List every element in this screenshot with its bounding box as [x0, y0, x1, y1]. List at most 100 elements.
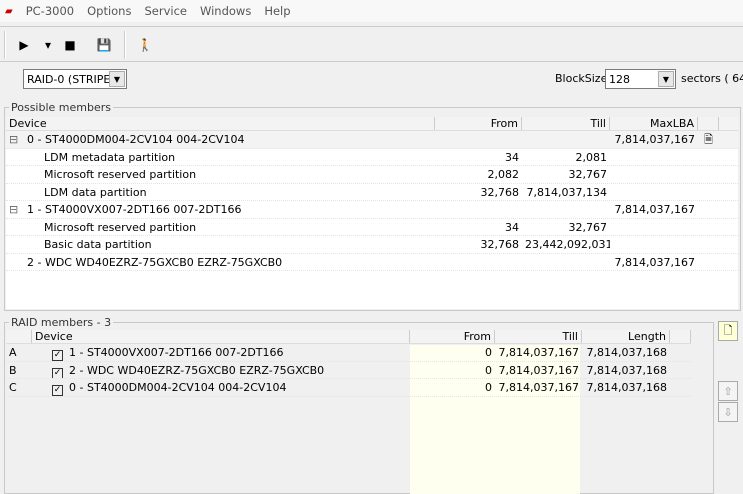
col-device[interactable]: Device [32, 330, 410, 343]
table-row[interactable]: ⊟ 1 - ST4000VX007-2DT166 007-2DT166 7,814… [6, 201, 738, 219]
raid-members-table: Device From Till Length A ✓ 1 - ST4000VX0… [6, 330, 712, 397]
from-cell: 0 [485, 381, 492, 394]
table-header: Device From Till MaxLBA [6, 117, 738, 131]
table-row[interactable]: ⊟ 0 - ST4000DM004-2CV104 004-2CV104 7,814… [6, 131, 738, 149]
raid-members-title: RAID members - 3 [9, 316, 114, 329]
col-extra [670, 330, 691, 343]
expander-icon[interactable]: ⊟ [9, 131, 27, 148]
col-extra [698, 117, 719, 130]
col-till[interactable]: Till [522, 117, 610, 130]
from-cell: 0 [485, 346, 492, 359]
letter-cell: A [9, 346, 17, 359]
till-cell [522, 201, 610, 218]
chevron-down-icon[interactable]: ▼ [109, 71, 125, 87]
letter-cell: B [9, 363, 17, 377]
blocksize-suffix: sectors ( 64.0 [681, 72, 743, 85]
till-cell: 7,814,037,167 [498, 381, 579, 394]
table-row[interactable]: 2 - WDC WD40EZRZ-75GXCB0 EZRZ-75GXCB0 7,… [6, 254, 738, 271]
table-header: Device From Till Length [6, 330, 691, 344]
member-checkbox[interactable]: ✓ [52, 350, 63, 361]
device-cell: ✓ 0 - ST4000DM004-2CV104 004-2CV104 [32, 379, 410, 396]
move-up-button[interactable]: ⇧ [718, 381, 738, 401]
col-from[interactable]: From [410, 330, 495, 343]
toolbar: ▶ ▾ ■ 💾 🚶 [0, 26, 743, 62]
member-checkbox[interactable]: ✓ [52, 385, 63, 396]
length-cell: 7,814,037,168 [586, 381, 667, 394]
maxlba-cell [610, 219, 698, 236]
empty-cell [698, 184, 719, 201]
device-cell: Microsoft reserved partition [6, 166, 435, 183]
col-till[interactable]: Till [495, 330, 582, 343]
till-cell [522, 254, 610, 271]
new-member-button[interactable]: 🗋 [718, 321, 738, 341]
table-row[interactable]: Microsoft reserved partition 34 32,767 [6, 219, 738, 236]
possible-members-table: Device From Till MaxLBA ⊟ 0 - ST4000DM004… [6, 117, 738, 309]
table-row[interactable]: LDM data partition 32,768 7,814,037,134 [6, 184, 738, 201]
exit-icon[interactable]: 🚶 [135, 35, 155, 55]
device-name: 0 - ST4000DM004-2CV104 004-2CV104 [69, 381, 287, 394]
device-cell: 2 - WDC WD40EZRZ-75GXCB0 EZRZ-75GXCB0 [6, 254, 435, 271]
blocksize-label: BlockSize [555, 72, 608, 85]
maxlba-cell: 7,814,037,167 [614, 255, 695, 269]
menu-options[interactable]: Options [87, 4, 131, 18]
blocksize-select[interactable]: 128 ▼ [605, 69, 676, 89]
col-length[interactable]: Length [582, 330, 670, 343]
table-row[interactable]: A ✓ 1 - ST4000VX007-2DT166 007-2DT166 0 7… [6, 344, 691, 362]
expander-icon[interactable]: ⊟ [9, 201, 27, 218]
col-device[interactable]: Device [6, 117, 435, 130]
member-checkbox[interactable]: ✓ [52, 367, 63, 378]
empty-cell [698, 254, 719, 271]
maxlba-cell [610, 184, 698, 201]
document-icon[interactable]: 🗎 [698, 131, 719, 148]
till-cell: 7,814,037,167 [498, 363, 579, 377]
table-row[interactable]: Microsoft reserved partition 2,082 32,76… [6, 166, 738, 184]
device-cell: ⊟ 0 - ST4000DM004-2CV104 004-2CV104 [6, 131, 435, 148]
from-cell: 32,768 [480, 185, 520, 199]
chevron-down-icon[interactable]: ▼ [658, 71, 674, 87]
till-cell: 2,081 [575, 150, 608, 164]
blocksize-value: 128 [609, 72, 630, 86]
device-name: 1 - ST4000VX007-2DT166 007-2DT166 [69, 346, 284, 359]
letter-cell: C [9, 381, 17, 394]
maxlba-cell: 7,814,037,167 [614, 133, 695, 146]
device-name: LDM metadata partition [44, 150, 176, 164]
maxlba-cell: 7,814,037,167 [614, 203, 695, 216]
from-cell: 34 [505, 150, 519, 164]
table-row[interactable]: B ✓ 2 - WDC WD40EZRZ-75GXCB0 EZRZ-75GXCB0… [6, 362, 691, 379]
device-cell: LDM metadata partition [6, 149, 435, 166]
table-row[interactable]: Basic data partition 32,768 23,442,092,0… [6, 236, 738, 254]
menu-app[interactable]: PC-3000 [26, 4, 74, 18]
device-name: 0 - ST4000DM004-2CV104 004-2CV104 [27, 133, 245, 146]
toolbar-separator [124, 31, 126, 59]
menu-windows[interactable]: Windows [200, 4, 251, 18]
from-cell: 34 [505, 220, 519, 234]
from-cell [435, 201, 522, 218]
col-maxlba[interactable]: MaxLBA [610, 117, 698, 130]
menu-service[interactable]: Service [144, 4, 187, 18]
till-cell: 32,767 [568, 168, 608, 181]
empty-cell [698, 236, 719, 253]
menu-bar: ▰ PC-3000 Options Service Windows Help [0, 0, 743, 22]
move-down-button[interactable]: ⇩ [718, 402, 738, 422]
device-name: Microsoft reserved partition [44, 220, 197, 234]
stop-icon[interactable]: ■ [60, 35, 80, 55]
till-cell: 7,814,037,167 [498, 346, 579, 359]
play-icon[interactable]: ▶ [14, 35, 34, 55]
raid-type-value: RAID-0 (STRIPE) [27, 72, 115, 86]
table-row[interactable]: C ✓ 0 - ST4000DM004-2CV104 004-2CV104 0 7… [6, 379, 691, 397]
device-cell: ✓ 1 - ST4000VX007-2DT166 007-2DT166 [32, 344, 410, 361]
possible-members-title: Possible members [9, 101, 113, 114]
raid-type-select[interactable]: RAID-0 (STRIPE) ▼ [23, 69, 127, 89]
till-cell: 32,767 [568, 220, 608, 234]
empty-cell [698, 219, 719, 236]
from-cell: 2,082 [487, 168, 520, 181]
from-cell: 0 [485, 363, 492, 377]
col-from[interactable]: From [435, 117, 522, 130]
save-icon[interactable]: 💾 [94, 35, 114, 55]
length-cell: 7,814,037,168 [586, 363, 667, 377]
dropdown-icon[interactable]: ▾ [38, 35, 58, 55]
menu-help[interactable]: Help [264, 4, 290, 18]
from-cell [435, 131, 522, 148]
table-row[interactable]: LDM metadata partition 34 2,081 [6, 149, 738, 166]
till-cell [522, 131, 610, 148]
